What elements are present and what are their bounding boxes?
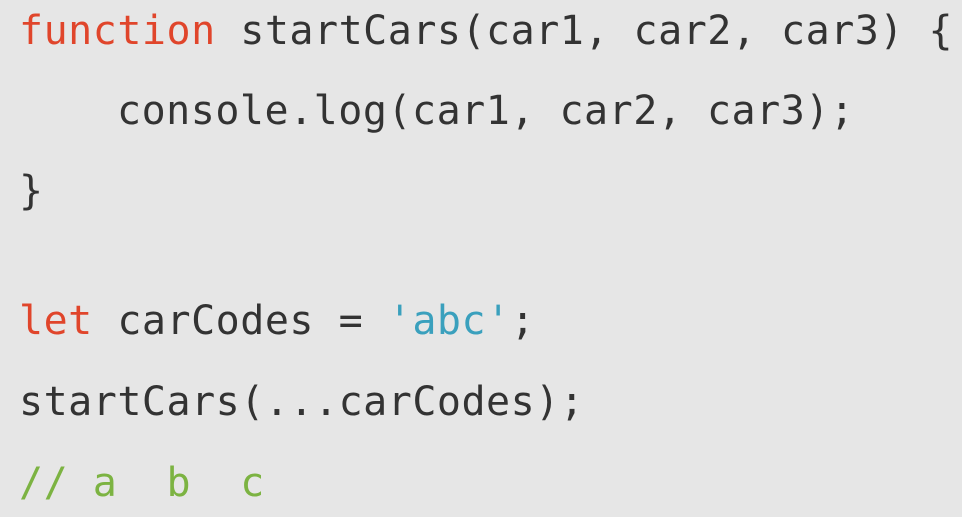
spread-function-call: startCars(...carCodes); — [19, 379, 585, 425]
code-line-let-declaration: let carCodes = 'abc'; — [19, 295, 535, 347]
code-line-function-declaration: function startCars(car1, car2, car3) { — [19, 5, 953, 57]
keyword-let: let — [19, 298, 93, 344]
semicolon: ; — [510, 298, 536, 344]
code-line-comment: // a b c — [19, 457, 265, 509]
code-line-spread-call: startCars(...carCodes); — [19, 376, 584, 428]
code-snippet: function startCars(car1, car2, car3) { c… — [0, 0, 962, 517]
string-literal: 'abc' — [387, 298, 511, 344]
variable-assignment: carCodes = — [92, 298, 388, 344]
output-comment: // a b c — [19, 460, 265, 506]
keyword-function: function — [19, 8, 216, 54]
code-line-console-log: console.log(car1, car2, car3); — [117, 85, 854, 137]
code-line-closing-brace: } — [19, 165, 44, 217]
function-signature: startCars(car1, car2, car3) { — [215, 8, 954, 54]
console-log-call: console.log(car1, car2, car3); — [117, 88, 855, 134]
closing-brace: } — [19, 168, 44, 214]
